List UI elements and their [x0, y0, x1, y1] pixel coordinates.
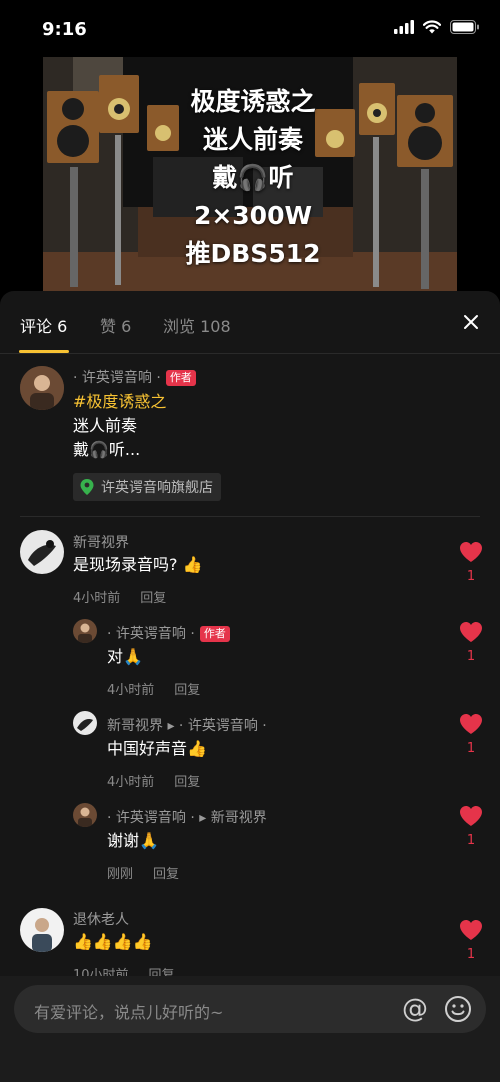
author-name[interactable]: · 许英谔音响 · [73, 370, 161, 386]
reply-button[interactable]: 回复 [174, 683, 200, 698]
video-caption-line: 极度诱惑之 [190, 87, 316, 116]
author-badge: 作者 [199, 626, 230, 642]
emoji-icon[interactable] [444, 995, 472, 1023]
post-text-line: 戴🎧听... [73, 440, 141, 459]
like-count: 1 [466, 569, 476, 584]
avatar[interactable] [73, 619, 97, 643]
like-button[interactable]: 1 [456, 621, 486, 664]
tab-views[interactable]: 浏览 108 [163, 313, 231, 337]
comment-sheet: 评论 6 赞 6 浏览 108 · 许英谔音响 · 作者 #极度诱惑之 迷人前奏 … [0, 291, 500, 1082]
video-caption-line: 戴🎧听 [212, 163, 294, 192]
commenter-name[interactable]: 新哥视界 [73, 532, 129, 552]
avatar[interactable] [73, 711, 97, 735]
cellular-signal-icon [394, 20, 414, 34]
comment-time: 4小时前 [107, 683, 155, 698]
battery-icon [450, 20, 479, 34]
like-count: 1 [466, 649, 476, 664]
comment-meta: 4小时前 回复 [107, 679, 200, 698]
divider [20, 516, 480, 517]
reply-button[interactable]: 回复 [153, 867, 179, 882]
status-time: 9:16 [42, 19, 87, 40]
comment-input-bar: 有爱评论，说点儿好听的~ @ [0, 976, 500, 1082]
commenter-name[interactable]: 退休老人 [73, 909, 129, 929]
location-pin-icon [80, 479, 94, 495]
author-avatar-image [73, 803, 97, 827]
like-button[interactable]: 1 [456, 541, 486, 584]
comment-input-placeholder: 有爱评论，说点儿好听的~ [34, 1003, 224, 1022]
avatar[interactable] [20, 366, 64, 410]
comment-text: 谢谢🙏 [107, 831, 159, 850]
comment-meta: 刚刚 回复 [107, 863, 179, 882]
like-button[interactable]: 1 [456, 919, 486, 962]
tab-likes[interactable]: 赞 6 [100, 313, 131, 337]
comment-time: 4小时前 [107, 775, 155, 790]
wifi-icon [423, 20, 441, 34]
commenter-avatar-image [20, 908, 64, 952]
close-icon[interactable] [460, 311, 482, 333]
comment-meta: 4小时前 回复 [107, 771, 200, 790]
video-caption: 极度诱惑之 迷人前奏 戴🎧听 2×300W 推DBS512 [179, 83, 327, 273]
author-avatar-image [20, 366, 64, 410]
commenter-avatar-image [73, 711, 97, 735]
reply-button[interactable]: 回复 [140, 591, 166, 606]
tab-comments[interactable]: 评论 6 [20, 313, 67, 337]
video-caption-line: 迷人前奏 [202, 125, 303, 154]
comment-meta: 4小时前 回复 [73, 587, 166, 606]
comment-input[interactable]: 有爱评论，说点儿好听的~ @ [14, 985, 486, 1033]
comment-time: 刚刚 [107, 867, 134, 882]
tab-bar: 评论 6 赞 6 浏览 108 [0, 291, 500, 354]
status-icons [394, 20, 480, 34]
comment-time: 4小时前 [73, 591, 121, 606]
commenter-avatar-image [20, 530, 64, 574]
reply-button[interactable]: 回复 [174, 775, 200, 790]
mention-at-icon[interactable]: @ [402, 995, 428, 1023]
like-count: 1 [466, 741, 476, 756]
author-badge: 作者 [165, 370, 196, 386]
comment-text: 中国好声音👍 [107, 739, 207, 758]
avatar[interactable] [73, 803, 97, 827]
like-count: 1 [466, 947, 476, 962]
reply-name-row: · 许英谔音响 · 作者 [107, 623, 230, 643]
comment-text: 是现场录音吗? 👍 [73, 555, 203, 574]
heart-icon [460, 806, 482, 826]
store-link-label: 许英谔音响旗舰店 [101, 480, 213, 496]
commenter-name[interactable]: · 许英谔音响 · [107, 626, 195, 642]
video-caption-line: 推DBS512 [185, 239, 321, 268]
heart-icon [460, 622, 482, 642]
heart-icon [460, 714, 482, 734]
heart-icon [460, 542, 482, 562]
like-button[interactable]: 1 [456, 713, 486, 756]
status-bar: 9:16 [0, 0, 500, 56]
commenter-name[interactable]: 新哥视界 ▸ · 许英谔音响 · [107, 715, 267, 735]
author-name-row: · 许英谔音响 · 作者 [73, 367, 196, 387]
like-button[interactable]: 1 [456, 805, 486, 848]
video-thumbnail[interactable]: 极度诱惑之 迷人前奏 戴🎧听 2×300W 推DBS512 [43, 57, 457, 291]
comment-text: 👍👍👍👍 [73, 932, 153, 951]
active-tab-indicator [19, 350, 69, 353]
post-hashtag[interactable]: #极度诱惑之 [73, 391, 166, 413]
comment-text: 对🙏 [107, 647, 143, 666]
heart-icon [460, 920, 482, 940]
video-caption-line: 2×300W [193, 201, 313, 230]
like-count: 1 [466, 833, 476, 848]
avatar[interactable] [20, 530, 64, 574]
avatar[interactable] [20, 908, 64, 952]
store-link[interactable]: 许英谔音响旗舰店 [73, 473, 221, 501]
post-text-line: 迷人前奏 [73, 416, 138, 435]
author-avatar-image [73, 619, 97, 643]
commenter-name[interactable]: · 许英谔音响 · ▸ 新哥视界 [107, 807, 267, 827]
